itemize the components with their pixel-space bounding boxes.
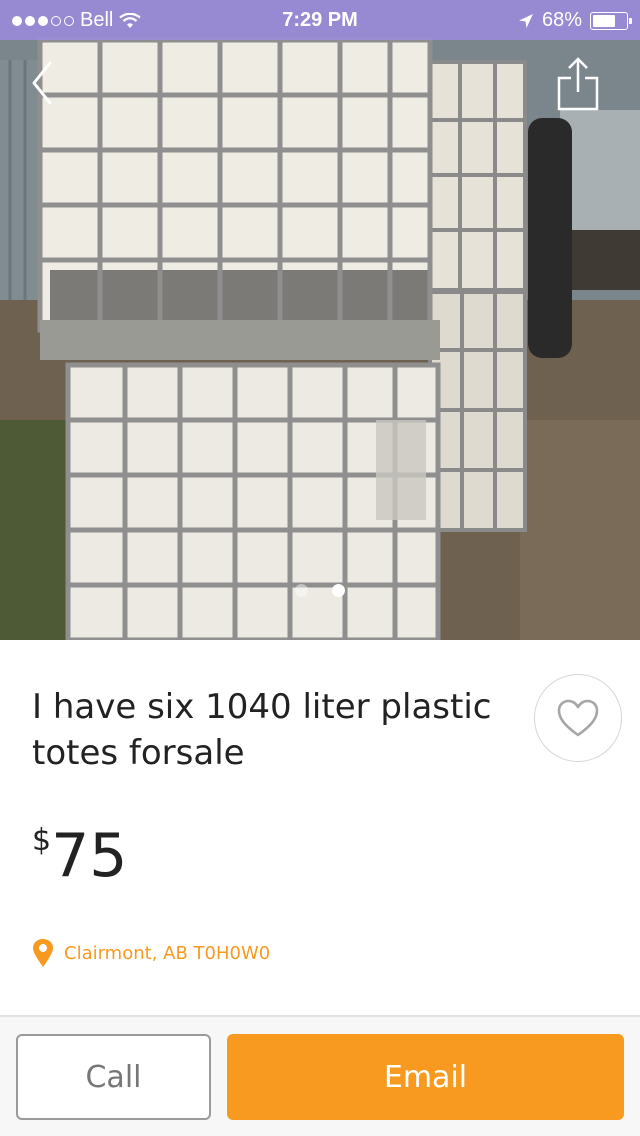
back-button[interactable] xyxy=(22,58,62,108)
price-amount: 75 xyxy=(51,821,128,891)
action-bar: Call Email xyxy=(0,1015,640,1136)
status-bar: Bell 7:29 PM 68% xyxy=(0,0,640,40)
battery-level-fill xyxy=(593,14,615,27)
location-arrow-icon xyxy=(518,13,533,28)
location-text: Clairmont, AB T0H0W0 xyxy=(64,942,271,964)
listing-price: $ 75 xyxy=(32,822,127,890)
status-bar-right: 68% xyxy=(518,9,632,32)
listing-photo[interactable] xyxy=(0,0,640,640)
pager-dot[interactable] xyxy=(295,584,308,597)
location-pin-icon xyxy=(33,939,53,967)
price-currency: $ xyxy=(32,823,52,858)
share-button[interactable] xyxy=(556,56,600,112)
battery-percent: 68% xyxy=(541,9,582,31)
email-button[interactable]: Email xyxy=(227,1034,624,1120)
listing-location[interactable]: Clairmont, AB T0H0W0 xyxy=(32,938,270,968)
battery-icon xyxy=(590,11,632,30)
heart-icon xyxy=(557,699,599,737)
call-button[interactable]: Call xyxy=(16,1034,211,1120)
listing-title: I have six 1040 liter plastic totes fors… xyxy=(32,687,492,773)
share-icon xyxy=(557,57,599,111)
photo-scene xyxy=(0,0,640,640)
photo-pager xyxy=(0,584,640,597)
chevron-left-icon xyxy=(32,61,52,105)
pager-dot[interactable] xyxy=(332,584,345,597)
favorite-button[interactable] xyxy=(534,674,622,762)
